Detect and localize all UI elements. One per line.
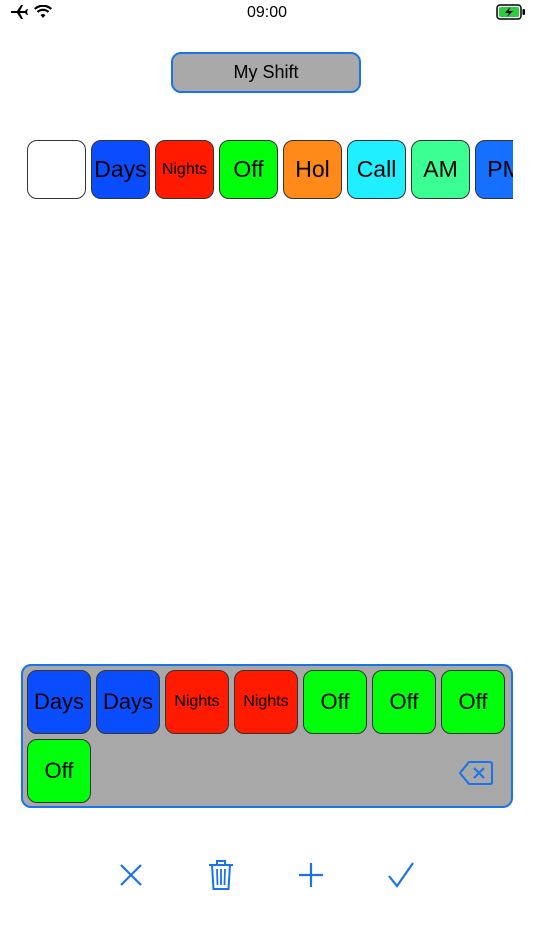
trash-icon <box>209 860 233 890</box>
sequence-grid: Days Days Nights Nights Off Off Off Off <box>27 670 507 803</box>
close-icon <box>120 864 142 886</box>
shift-palette[interactable]: DaysNightsOffHolCallAMPM <box>27 140 513 200</box>
palette-chip-nights[interactable]: Nights <box>155 140 214 199</box>
palette-chip-off[interactable]: Off <box>219 140 278 199</box>
status-bar: 09:00 <box>0 0 534 28</box>
palette-chip-am[interactable]: AM <box>411 140 470 199</box>
sequence-chip[interactable]: Nights <box>165 670 229 734</box>
title-label: My Shift <box>233 62 299 82</box>
palette-chip-call[interactable]: Call <box>347 140 406 199</box>
sequence-chip[interactable]: Off <box>441 670 505 734</box>
status-time: 09:00 <box>246 4 288 21</box>
bottom-toolbar <box>0 855 534 895</box>
sequence-chip[interactable]: Off <box>27 739 91 803</box>
palette-chip-hol[interactable]: Hol <box>283 140 342 199</box>
shift-sequence: Days Days Nights Nights Off Off Off Off <box>21 664 513 808</box>
title-button[interactable]: My Shift <box>171 52 361 93</box>
close-button[interactable] <box>111 855 151 895</box>
palette-track: DaysNightsOffHolCallAMPM <box>27 140 513 199</box>
add-button[interactable] <box>291 855 331 895</box>
done-button[interactable] <box>381 855 421 895</box>
sequence-chip[interactable]: Nights <box>234 670 298 734</box>
palette-chip-pm[interactable]: PM <box>475 140 513 199</box>
status-right <box>496 4 526 25</box>
sequence-chip[interactable]: Off <box>303 670 367 734</box>
battery-charging-icon <box>496 4 525 20</box>
checkmark-icon <box>388 862 414 888</box>
sequence-chip[interactable]: Days <box>96 670 160 734</box>
sequence-chip[interactable]: Off <box>372 670 436 734</box>
plus-icon <box>299 863 323 887</box>
sequence-chip[interactable]: Days <box>27 670 91 734</box>
palette-chip-blank[interactable] <box>27 140 86 199</box>
delete-button[interactable] <box>201 855 241 895</box>
backspace-icon[interactable] <box>459 760 493 786</box>
palette-chip-days[interactable]: Days <box>91 140 150 199</box>
